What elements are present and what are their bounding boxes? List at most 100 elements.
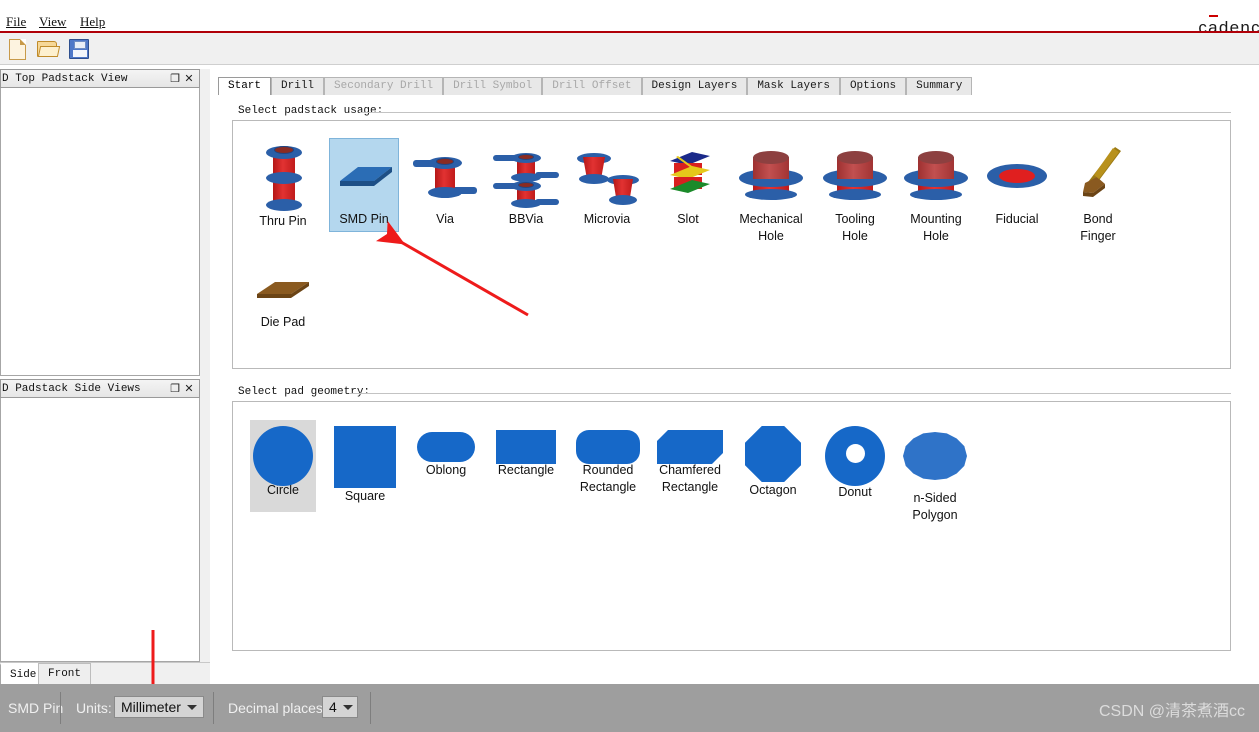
pad-geometry-item-label: Square <box>344 489 386 503</box>
dock-title-top-padstack-view: D Top Padstack View ❐ ✕ <box>0 69 200 88</box>
rectangle-shape-icon <box>496 420 556 464</box>
side-views-tabbar: Side Front <box>0 662 210 685</box>
padstack-usage-group-rule <box>360 112 1231 113</box>
new-file-button[interactable] <box>6 37 30 61</box>
status-bar: SMD Pin Units: Millimeter Decimal places… <box>0 684 1259 732</box>
die-pad-icon <box>251 266 315 312</box>
padstack-usage-item-slot[interactable]: Slot <box>656 139 720 234</box>
pad-geometry-item-label: Rectangle <box>497 463 555 477</box>
padstack-usage-item-label: Thru Pin <box>259 214 307 228</box>
padstack-usage-item-fiducial[interactable]: Fiducial <box>983 139 1051 234</box>
thru-pin-icon <box>255 139 311 211</box>
padstack-usage-item-smd-pin[interactable]: SMD Pin <box>329 138 399 232</box>
new-file-icon <box>9 39 26 60</box>
bbvia-icon <box>491 139 561 209</box>
padstack-usage-item-label: BBVia <box>508 212 544 226</box>
mounting-hole-icon <box>896 139 976 209</box>
open-file-button[interactable] <box>36 37 61 61</box>
microvia-icon <box>571 139 643 209</box>
menu-item-help[interactable]: Help <box>76 13 109 31</box>
tab-summary[interactable]: Summary <box>906 77 973 95</box>
padstack-usage-item-thru-pin[interactable]: Thru Pin <box>249 139 317 234</box>
pad-geometry-item-rounded-rectangle[interactable]: Rounded Rectangle <box>575 420 641 515</box>
units-label: Units: <box>76 700 112 716</box>
open-folder-icon <box>37 41 61 58</box>
status-padstack-type: SMD Pin <box>8 700 64 716</box>
menu-item-view-label: View <box>39 14 67 29</box>
save-file-button[interactable] <box>67 37 91 61</box>
donut-shape-icon <box>825 420 885 486</box>
padstack-usage-item-mounting-hole[interactable]: Mounting Hole <box>896 139 976 249</box>
padstack-side-views-canvas[interactable] <box>0 398 200 662</box>
padstack-usage-item-bbvia[interactable]: BBVia <box>491 139 561 234</box>
tab-drill[interactable]: Drill <box>271 77 325 95</box>
pad-geometry-item-donut[interactable]: Donut <box>824 420 886 512</box>
padstack-usage-item-bond-finger[interactable]: Bond Finger <box>1063 139 1133 249</box>
menu-bar: File View Help cadenc <box>0 10 1259 37</box>
float-panel-icon[interactable]: ❐ <box>168 72 182 87</box>
menu-item-file[interactable]: File <box>2 13 30 31</box>
via-icon <box>411 139 479 209</box>
csdn-watermark: CSDN @清茶煮酒cc <box>1098 703 1245 720</box>
chamfered-rectangle-shape-icon <box>657 420 723 458</box>
padstack-usage-item-die-pad[interactable]: Die Pad <box>249 266 317 346</box>
status-separator <box>370 692 371 724</box>
pad-geometry-item-square[interactable]: Square <box>332 420 398 512</box>
pad-geometry-item-label: Octagon <box>749 483 797 497</box>
square-shape-icon <box>334 420 396 488</box>
menu-item-file-label: File <box>6 14 27 29</box>
padstack-usage-item-label: Tooling Hole <box>835 212 875 243</box>
units-value: Millimeter <box>121 699 181 715</box>
pad-geometry-item-label: Chamfered Rectangle <box>659 463 721 494</box>
padstack-usage-item-mechanical-hole[interactable]: Mechanical Hole <box>731 139 811 249</box>
decimal-places-combobox[interactable]: 4 <box>322 696 358 718</box>
padstack-usage-item-tooling-hole[interactable]: Tooling Hole <box>815 139 895 249</box>
chevron-down-icon <box>187 705 197 710</box>
pad-geometry-item-circle[interactable]: Circle <box>250 420 316 512</box>
tab-start[interactable]: Start <box>218 77 272 95</box>
pad-geometry-group-rule <box>349 393 1231 394</box>
pad-geometry-item-label: Oblong <box>425 463 467 477</box>
circle-shape-icon <box>253 420 313 486</box>
tab-options[interactable]: Options <box>839 77 907 95</box>
units-combobox[interactable]: Millimeter <box>114 696 204 718</box>
vertical-splitter[interactable] <box>200 69 210 662</box>
n-sided-polygon-shape-icon <box>901 420 969 488</box>
pad-geometry-item-rectangle[interactable]: Rectangle <box>495 420 557 500</box>
tab-mask-layers[interactable]: Mask Layers <box>747 77 840 95</box>
top-padstack-view-canvas[interactable] <box>0 88 200 376</box>
padstack-usage-item-label: Slot <box>677 212 699 226</box>
tooling-hole-icon <box>815 139 895 209</box>
decimal-places-value: 4 <box>329 699 337 715</box>
pad-geometry-item-n-sided-polygon[interactable]: n-Sided Polygon <box>900 420 970 525</box>
padstack-usage-item-label: Die Pad <box>260 315 306 329</box>
bond-finger-icon <box>1063 139 1133 209</box>
menu-item-view[interactable]: View <box>35 13 70 31</box>
tab-design-layers[interactable]: Design Layers <box>641 77 748 95</box>
status-separator <box>60 692 61 724</box>
rounded-rectangle-shape-icon <box>576 420 640 464</box>
padstack-usage-item-via[interactable]: Via <box>411 139 479 234</box>
padstack-usage-item-label: Via <box>436 212 454 226</box>
save-disk-icon <box>69 39 89 59</box>
tab-front[interactable]: Front <box>38 663 92 685</box>
decimal-places-label: Decimal places: <box>228 700 327 716</box>
tab-secondary-drill[interactable]: Secondary Drill <box>324 77 444 95</box>
tab-drill-symbol[interactable]: Drill Symbol <box>443 77 543 95</box>
pad-geometry-item-chamfered-rectangle[interactable]: Chamfered Rectangle <box>656 420 724 515</box>
window-title-strip <box>0 0 1259 10</box>
padstack-usage-item-label: SMD Pin <box>339 212 389 226</box>
tab-drill-offset[interactable]: Drill Offset <box>542 77 642 95</box>
padstack-usage-item-microvia[interactable]: Microvia <box>571 139 643 234</box>
fiducial-icon <box>983 139 1051 209</box>
pad-geometry-item-label: n-Sided Polygon <box>912 491 958 522</box>
close-panel-icon[interactable]: ✕ <box>182 72 196 87</box>
pad-geometry-item-octagon[interactable]: Octagon <box>742 420 804 512</box>
padstack-usage-item-label: Mechanical Hole <box>739 212 803 243</box>
close-panel-icon[interactable]: ✕ <box>182 382 196 397</box>
wizard-tabbar: Start Drill Secondary Drill Drill Symbol Dri… <box>218 77 973 95</box>
float-panel-icon[interactable]: ❐ <box>168 382 182 397</box>
mechanical-hole-icon <box>731 139 811 209</box>
pad-geometry-item-oblong[interactable]: Oblong <box>415 420 477 500</box>
padstack-usage-group-label: Select padstack usage: <box>234 105 388 117</box>
